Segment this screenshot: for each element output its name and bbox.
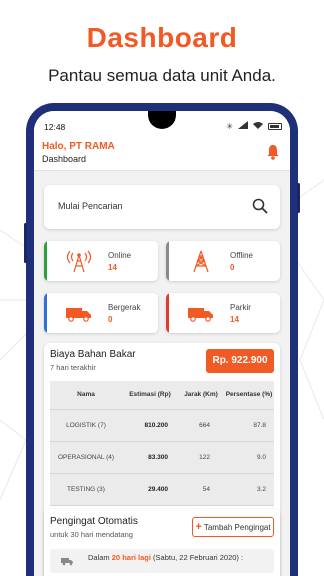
table-row[interactable]: OPERASIONAL (4) 83.300 122 9.0 [50, 441, 274, 474]
table-header-row: Nama Estimasi (Rp) Jarak (Km) Persentase… [50, 381, 274, 410]
search-input[interactable]: Mulai Pencarian [58, 201, 123, 211]
store-screenshot: Dashboard Pantau semua data unit Anda. 1… [0, 0, 324, 576]
reminder-item[interactable]: Dalam 20 hari lagi (Sabtu, 22 Februari 2… [50, 549, 274, 573]
fuel-table: Nama Estimasi (Rp) Jarak (Km) Persentase… [50, 381, 274, 506]
search-bar[interactable]: Mulai Pencarian [44, 185, 280, 229]
row-estimate: 83.300 [122, 441, 178, 474]
reminder-prefix: Dalam [88, 553, 112, 562]
page-title: Dashboard [42, 154, 87, 164]
unit-card-parked[interactable]: Parkir 14 [166, 293, 280, 333]
bell-icon[interactable] [266, 144, 280, 160]
card-value: 0 [230, 263, 235, 272]
reminder-subtitle: untuk 30 hari mendatang [50, 530, 133, 539]
row-percent: 9.0 [224, 441, 274, 474]
status-time: 12:48 [44, 122, 66, 132]
card-value: 14 [108, 263, 117, 272]
power-button [297, 183, 300, 213]
bluetooth-icon: ✳ [226, 121, 233, 131]
card-label: Offline [230, 251, 253, 260]
row-estimate: 29.400 [122, 473, 178, 506]
app-screen: 12:48 ✳ Halo, PT RAMA Dashboard Mulai Pe… [34, 111, 290, 576]
reminder-title: Pengingat Otomatis [50, 516, 138, 527]
truck-moving-icon [66, 308, 91, 322]
auto-reminder-panel: Pengingat Otomatis untuk 30 hari mendata… [44, 509, 280, 576]
hero-subtitle: Pantau semua data unit Anda. [48, 66, 276, 85]
battery-icon [268, 122, 282, 130]
table-row[interactable]: TESTING (3) 29.400 54 3.2 [50, 473, 274, 506]
column-header: Nama [50, 381, 122, 410]
card-label: Online [108, 251, 132, 260]
card-label: Parkir [230, 303, 251, 312]
column-header: Persentase (%) [224, 381, 274, 410]
fuel-title: Biaya Bahan Bakar [50, 349, 136, 360]
unit-card-moving[interactable]: Bergerak 0 [44, 293, 158, 333]
column-header: Estimasi (Rp) [122, 381, 178, 410]
add-reminder-label: Tambah Pengingat [203, 523, 271, 532]
card-label: Bergerak [108, 303, 141, 312]
volume-button [24, 223, 27, 263]
status-bar: 12:48 ✳ [34, 111, 290, 139]
app-header: Halo, PT RAMA Dashboard [34, 139, 290, 171]
truck-parked-icon [188, 308, 213, 322]
column-header: Jarak (Km) [178, 381, 224, 410]
row-name: TESTING (3) [50, 473, 122, 506]
row-name: LOGISTIK (7) [50, 409, 122, 442]
unit-card-online[interactable]: Online 14 [44, 241, 158, 281]
card-accent [166, 293, 169, 333]
row-distance: 122 [178, 441, 224, 474]
search-icon[interactable] [252, 198, 268, 214]
truck-icon [61, 558, 73, 566]
unit-card-offline[interactable]: Offline 0 [166, 241, 280, 281]
row-percent: 87.8 [224, 409, 274, 442]
fuel-subtitle: 7 hari terakhir [50, 363, 96, 372]
phone-frame: 12:48 ✳ Halo, PT RAMA Dashboard Mulai Pe… [24, 103, 300, 576]
status-icons: ✳ [226, 121, 282, 131]
row-percent: 3.2 [224, 473, 274, 506]
row-estimate: 810.200 [122, 409, 178, 442]
card-value: 0 [108, 315, 113, 324]
card-accent [44, 241, 47, 281]
add-reminder-button[interactable]: + Tambah Pengingat [192, 517, 274, 537]
reminder-text: Dalam 20 hari lagi (Sabtu, 22 Februari 2… [88, 553, 243, 562]
signal-icon [238, 121, 248, 131]
camera-notch [148, 111, 176, 129]
wifi-icon [253, 121, 263, 131]
reminder-highlight: 20 hari lagi [111, 553, 151, 562]
card-accent [44, 293, 47, 333]
reminder-suffix: (Sabtu, 22 Februari 2020) : [150, 553, 244, 562]
card-value: 14 [230, 315, 239, 324]
greeting-text: Halo, PT RAMA [42, 141, 115, 152]
row-distance: 54 [178, 473, 224, 506]
card-accent [166, 241, 169, 281]
table-row[interactable]: LOGISTIK (7) 810.200 664 87.8 [50, 409, 274, 442]
radio-tower-icon [66, 250, 92, 273]
row-distance: 664 [178, 409, 224, 442]
hero-title: Dashboard [86, 22, 238, 53]
row-name: OPERASIONAL (4) [50, 441, 122, 474]
plus-icon: + [195, 521, 202, 533]
fuel-total-badge[interactable]: Rp. 922.900 [206, 349, 274, 373]
tower-offline-icon [193, 250, 209, 273]
